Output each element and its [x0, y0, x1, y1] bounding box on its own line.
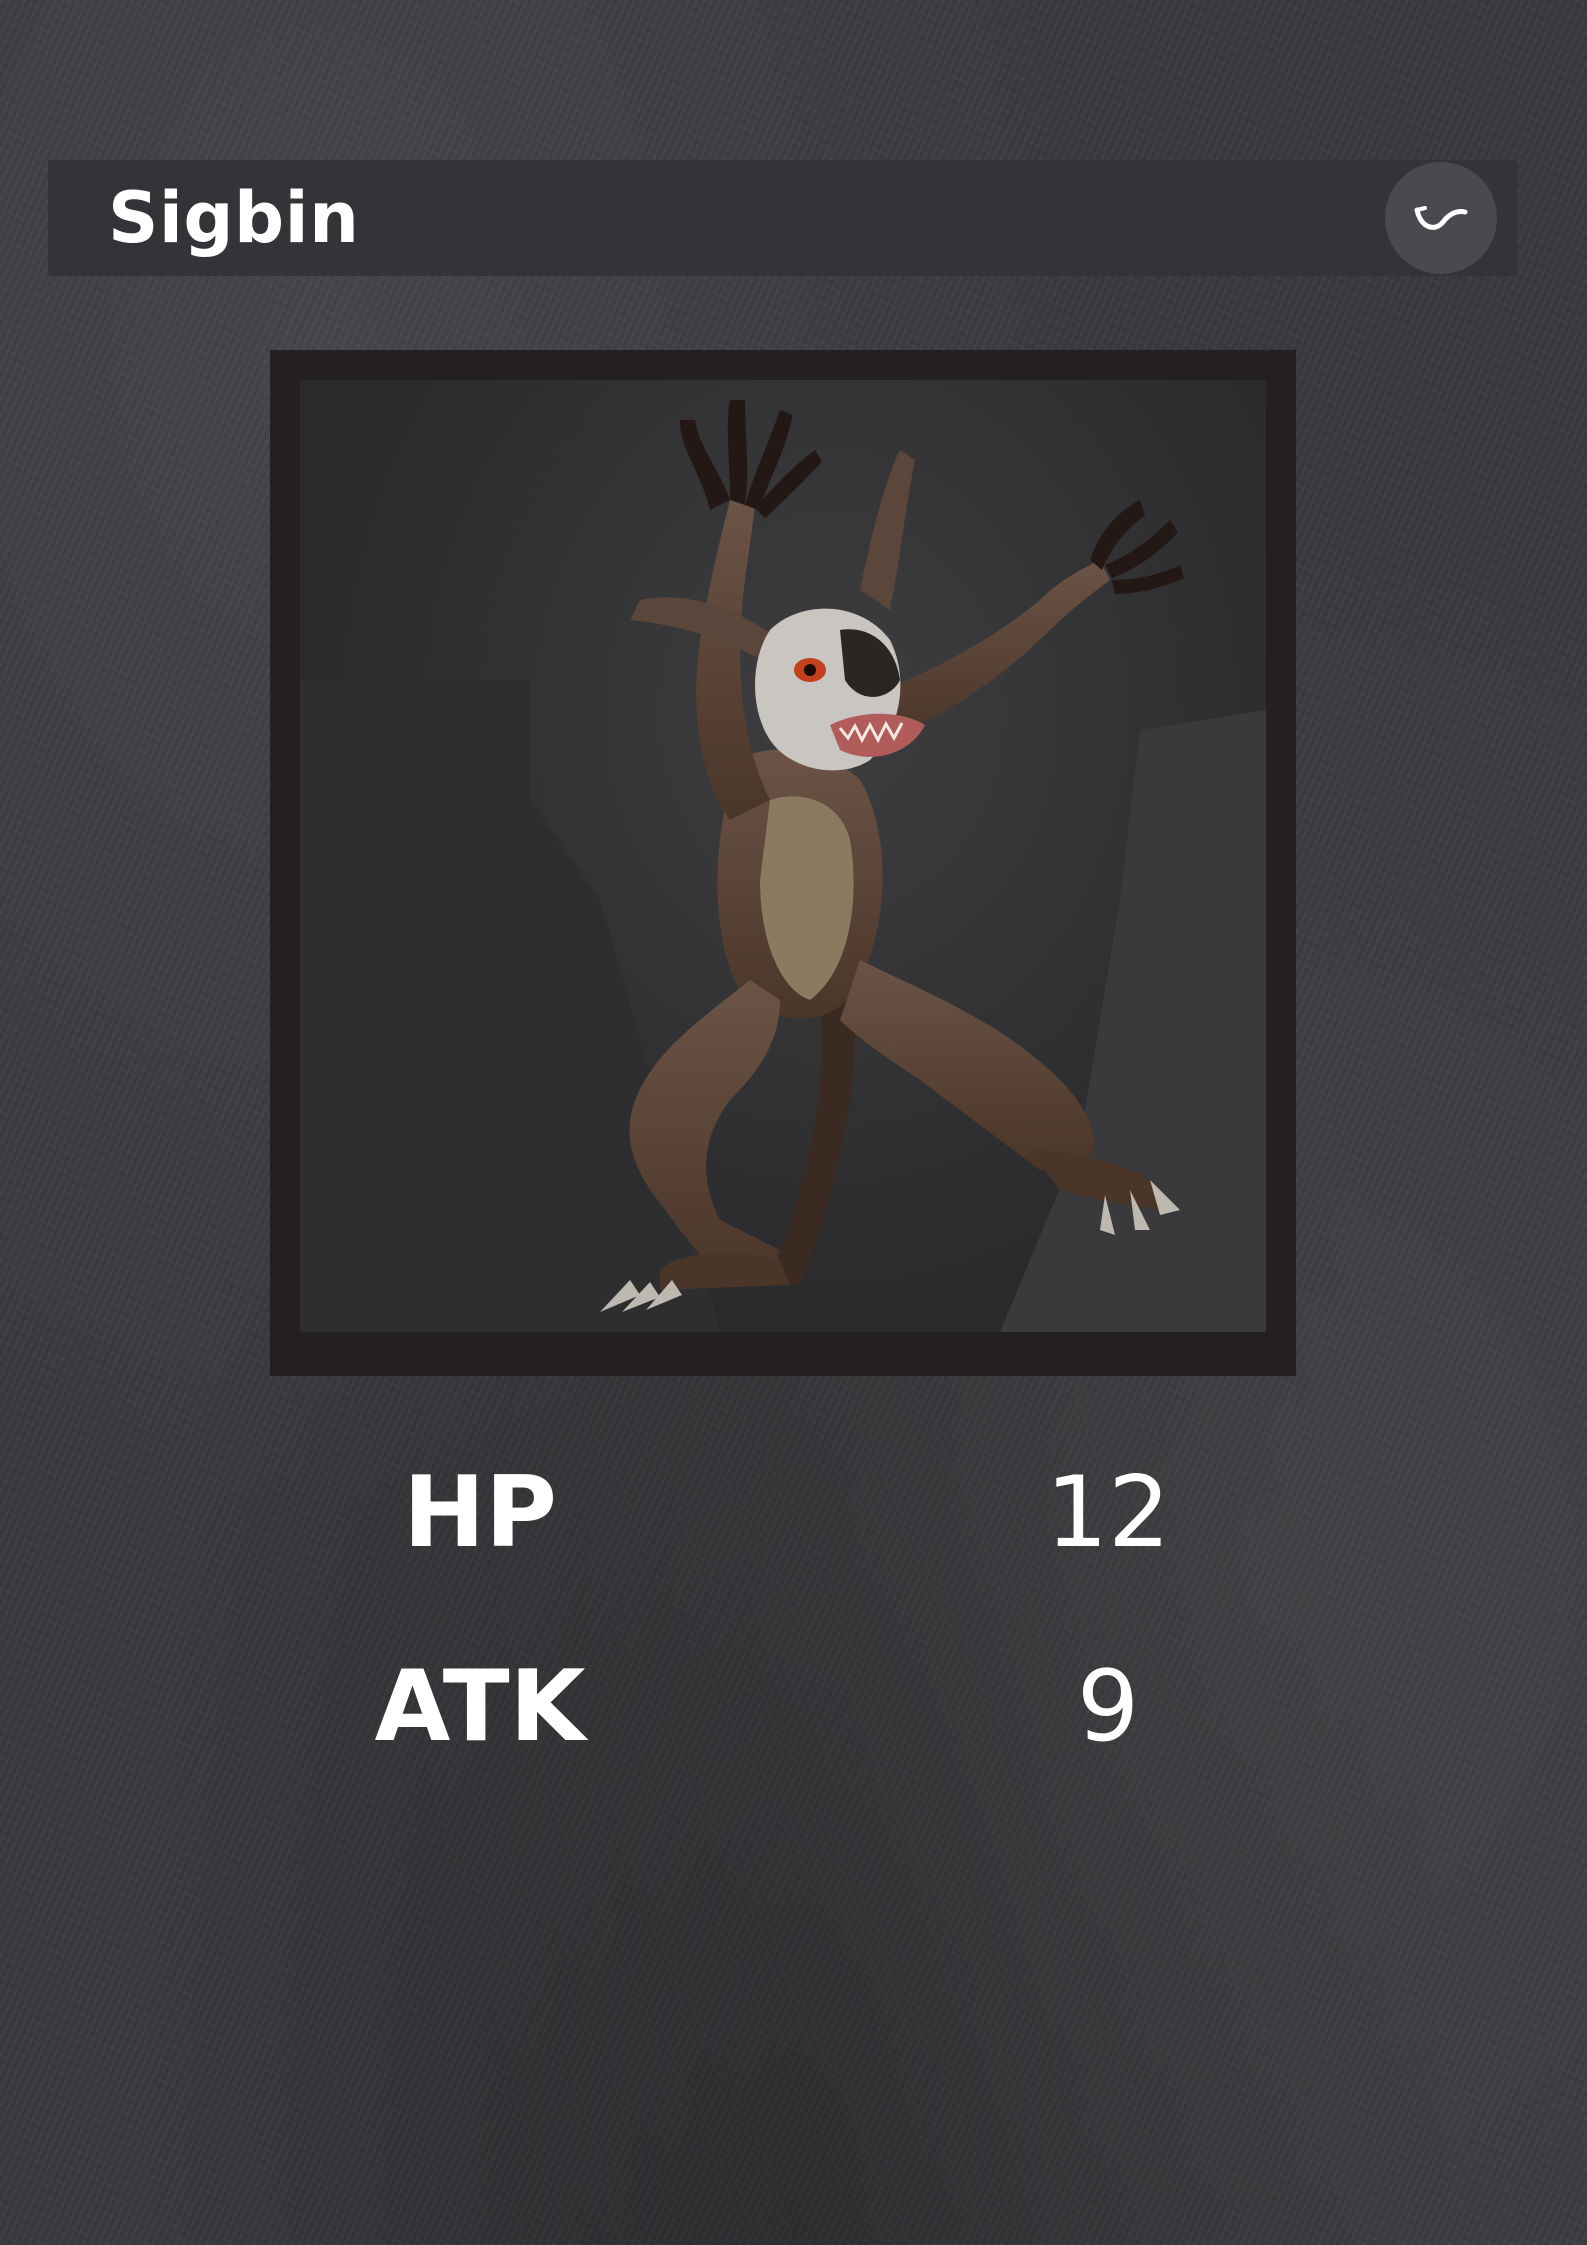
portrait-frame [270, 350, 1296, 1376]
element-badge[interactable] [1385, 162, 1497, 274]
card-name: Sigbin [108, 177, 360, 259]
horn-icon [1414, 206, 1468, 230]
hp-label: HP [403, 1456, 557, 1570]
atk-value: 9 [1076, 1650, 1140, 1764]
creature-portrait [300, 380, 1266, 1332]
sigbin-creature-illustration [300, 400, 1266, 1332]
creature-card: Sigbin HP 12 ATK 9 [0, 0, 1587, 2245]
hp-value: 12 [1045, 1456, 1171, 1570]
atk-label: ATK [374, 1650, 586, 1764]
card-title-bar: Sigbin [48, 160, 1517, 276]
